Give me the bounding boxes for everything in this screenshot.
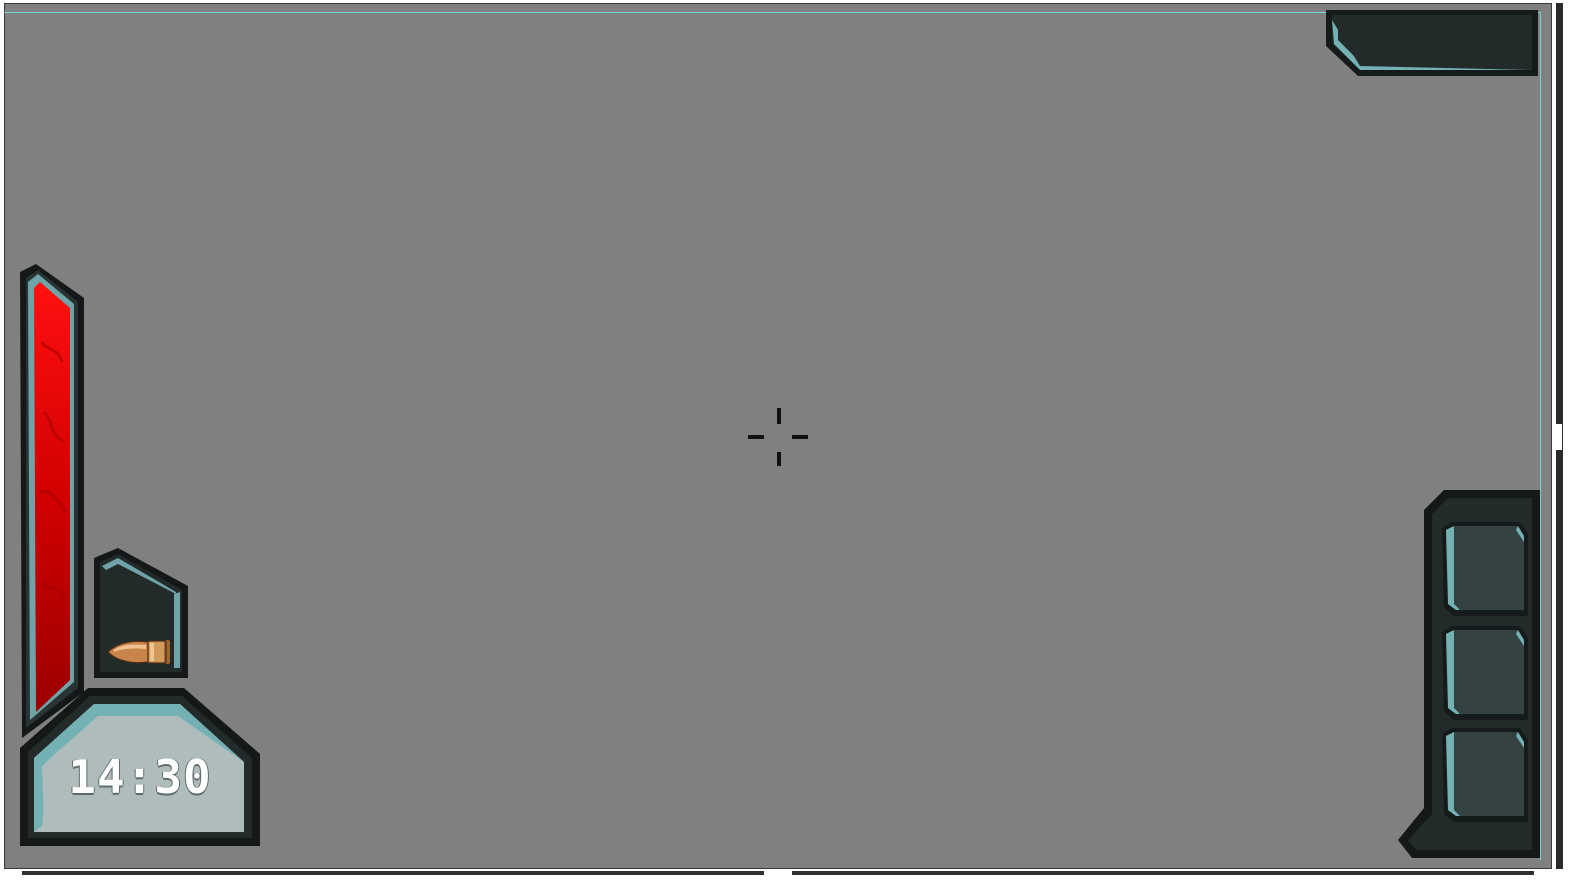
- window-bottom-edge-right: [792, 871, 1534, 875]
- crosshair-icon: [748, 408, 808, 466]
- timer-text: 14:30: [68, 750, 212, 804]
- game-viewport: 14:30: [0, 0, 1580, 882]
- window-bottom-edge-left: [22, 871, 764, 875]
- health-fill: [34, 282, 70, 712]
- inventory-slot-2[interactable]: [1442, 626, 1528, 720]
- inventory-slot-3[interactable]: [1442, 728, 1528, 822]
- top-right-panel: [1326, 10, 1538, 76]
- inventory-panel: [1398, 490, 1540, 858]
- health-bar: [20, 264, 84, 738]
- window-right-edge-notch: [1554, 424, 1562, 450]
- ammo-panel: [94, 548, 188, 678]
- guide-line-top: [4, 12, 1540, 13]
- inventory-slot-1[interactable]: [1442, 522, 1528, 616]
